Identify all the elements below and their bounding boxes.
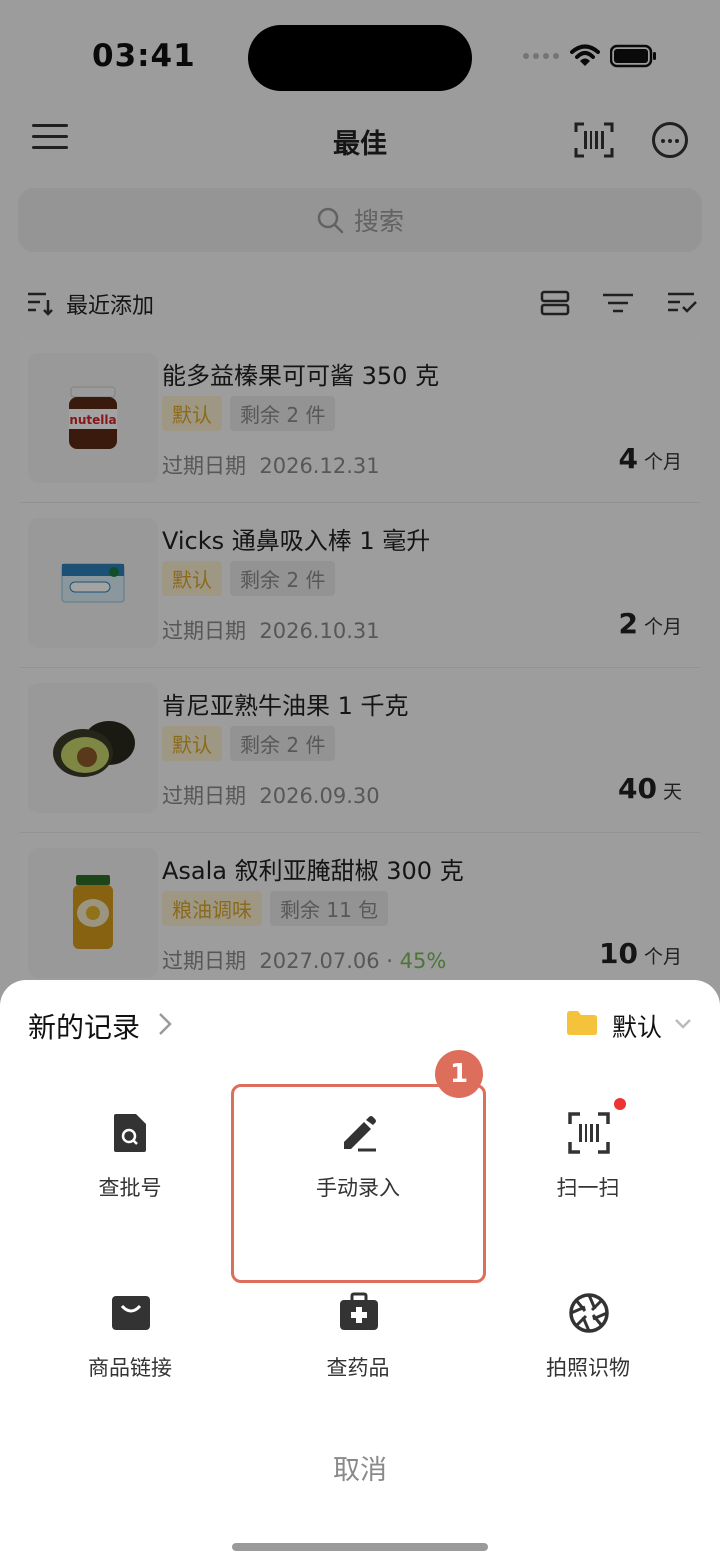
photo-recognition-button[interactable]: 拍照识物: [478, 1292, 698, 1412]
cancel-button[interactable]: 取消: [0, 1448, 720, 1487]
medicine-lookup-button[interactable]: 查药品: [248, 1292, 468, 1412]
scan-barcode-icon: [568, 1112, 610, 1154]
photo-recognition-label: 拍照识物: [546, 1356, 630, 1380]
chevron-right-icon[interactable]: [158, 1012, 172, 1036]
scan-button[interactable]: 扫一扫: [478, 1112, 698, 1232]
scan-label: 扫一扫: [556, 1176, 620, 1200]
product-link-label: 商品链接: [88, 1356, 172, 1380]
notification-dot: [614, 1098, 626, 1110]
medical-kit-icon: [340, 1292, 378, 1330]
medicine-lookup-label: 查药品: [326, 1356, 390, 1380]
batch-lookup-button[interactable]: 查批号: [20, 1112, 240, 1232]
camera-aperture-icon: [569, 1293, 609, 1333]
step-highlight-box: [231, 1084, 486, 1283]
document-search-icon: [114, 1114, 146, 1152]
folder-selector[interactable]: 默认: [612, 1008, 662, 1044]
home-indicator[interactable]: [232, 1543, 488, 1551]
product-link-button[interactable]: 商品链接: [20, 1292, 240, 1412]
batch-lookup-label: 查批号: [98, 1176, 162, 1200]
sheet-title[interactable]: 新的记录: [28, 1006, 140, 1046]
chevron-down-icon[interactable]: [674, 1018, 692, 1030]
shopping-bag-icon: [112, 1296, 150, 1330]
step-number-badge: 1: [435, 1050, 483, 1098]
folder-icon[interactable]: [566, 1010, 598, 1036]
